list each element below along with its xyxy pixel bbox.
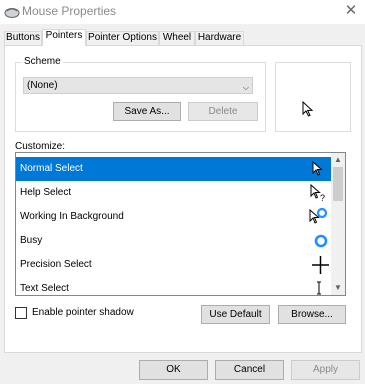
busy-cursor-icon [314,234,328,248]
list-item-working-in-background[interactable]: Working In Background [16,205,332,229]
tab-hardware[interactable]: Hardware [195,31,244,45]
delete-label: Delete [208,106,238,117]
delete-button[interactable]: Delete [188,102,258,121]
crosshair-cursor-icon [312,256,329,274]
tab-label: Buttons [6,32,40,43]
list-item-label: Busy [20,235,43,246]
list-item-precision-select[interactable]: Precision Select [16,253,332,277]
customize-label: Customize: [15,141,66,152]
save-as-label: Save As... [124,106,170,117]
browse-button[interactable]: Browse... [278,305,346,324]
arrow-cursor-icon [302,101,314,117]
ok-button[interactable]: OK [139,360,208,380]
scroll-up-icon[interactable]: ▲ [331,153,345,167]
title-bar: Mouse Properties ✕ [0,0,365,24]
cursor-preview [275,62,351,132]
ibeam-cursor-icon [317,281,321,295]
chevron-down-icon: ⌵ [242,83,249,92]
close-button[interactable]: ✕ [337,0,365,24]
scheme-group: Scheme (None) ⌵ Save As... Delete [15,56,266,132]
browse-label: Browse... [291,309,333,320]
mouse-icon [4,8,20,18]
use-default-button[interactable]: Use Default [201,305,270,324]
list-item-label: Working In Background [20,211,124,222]
tab-pointer-options[interactable]: Pointer Options [86,31,159,45]
svg-text:?: ? [320,193,325,203]
help-cursor-icon: ? [310,183,325,203]
scheme-label: Scheme [22,56,63,67]
tab-wheel[interactable]: Wheel [159,31,195,45]
use-default-label: Use Default [209,309,262,320]
list-item-text-select[interactable]: Text Select [16,277,332,295]
enable-shadow-label: Enable pointer shadow [32,307,134,318]
list-item-label: Precision Select [20,259,92,270]
cancel-label: Cancel [233,364,266,375]
enable-shadow-checkbox[interactable] [15,307,27,319]
tab-buttons[interactable]: Buttons [4,31,42,45]
list-item-label: Help Select [20,187,72,198]
apply-button[interactable]: Apply [291,360,360,380]
vertical-scrollbar[interactable]: ▲ ▼ [331,153,345,295]
pointers-panel: Scheme (None) ⌵ Save As... Delete Custom… [4,45,362,353]
tab-label: Pointer Options [88,32,157,43]
scrollbar-thumb[interactable] [333,167,343,201]
cancel-button[interactable]: Cancel [215,360,284,380]
list-item-help-select[interactable]: Help Select ? [16,181,332,205]
working-cursor-icon [309,207,328,224]
tab-pointers[interactable]: Pointers [42,29,86,46]
apply-label: Apply [312,364,338,375]
scheme-dropdown[interactable]: (None) ⌵ [23,77,253,94]
tab-label: Hardware [197,32,242,43]
ok-label: OK [166,364,181,375]
pointer-list[interactable]: Normal Select Help Select ? Working In B… [15,152,346,296]
list-item-label: Text Select [20,283,69,294]
tab-label: Wheel [162,32,192,43]
close-icon: ✕ [344,2,358,19]
arrow-cursor-icon [312,160,323,176]
scroll-down-icon[interactable]: ▼ [331,281,345,295]
list-item-normal-select[interactable]: Normal Select [16,157,332,181]
list-item-busy[interactable]: Busy [16,229,332,253]
tab-label: Pointers [45,30,83,41]
list-item-label: Normal Select [20,163,83,174]
scheme-selected-value: (None) [27,80,58,91]
window-title: Mouse Properties [22,4,117,18]
save-as-button[interactable]: Save As... [113,102,181,121]
